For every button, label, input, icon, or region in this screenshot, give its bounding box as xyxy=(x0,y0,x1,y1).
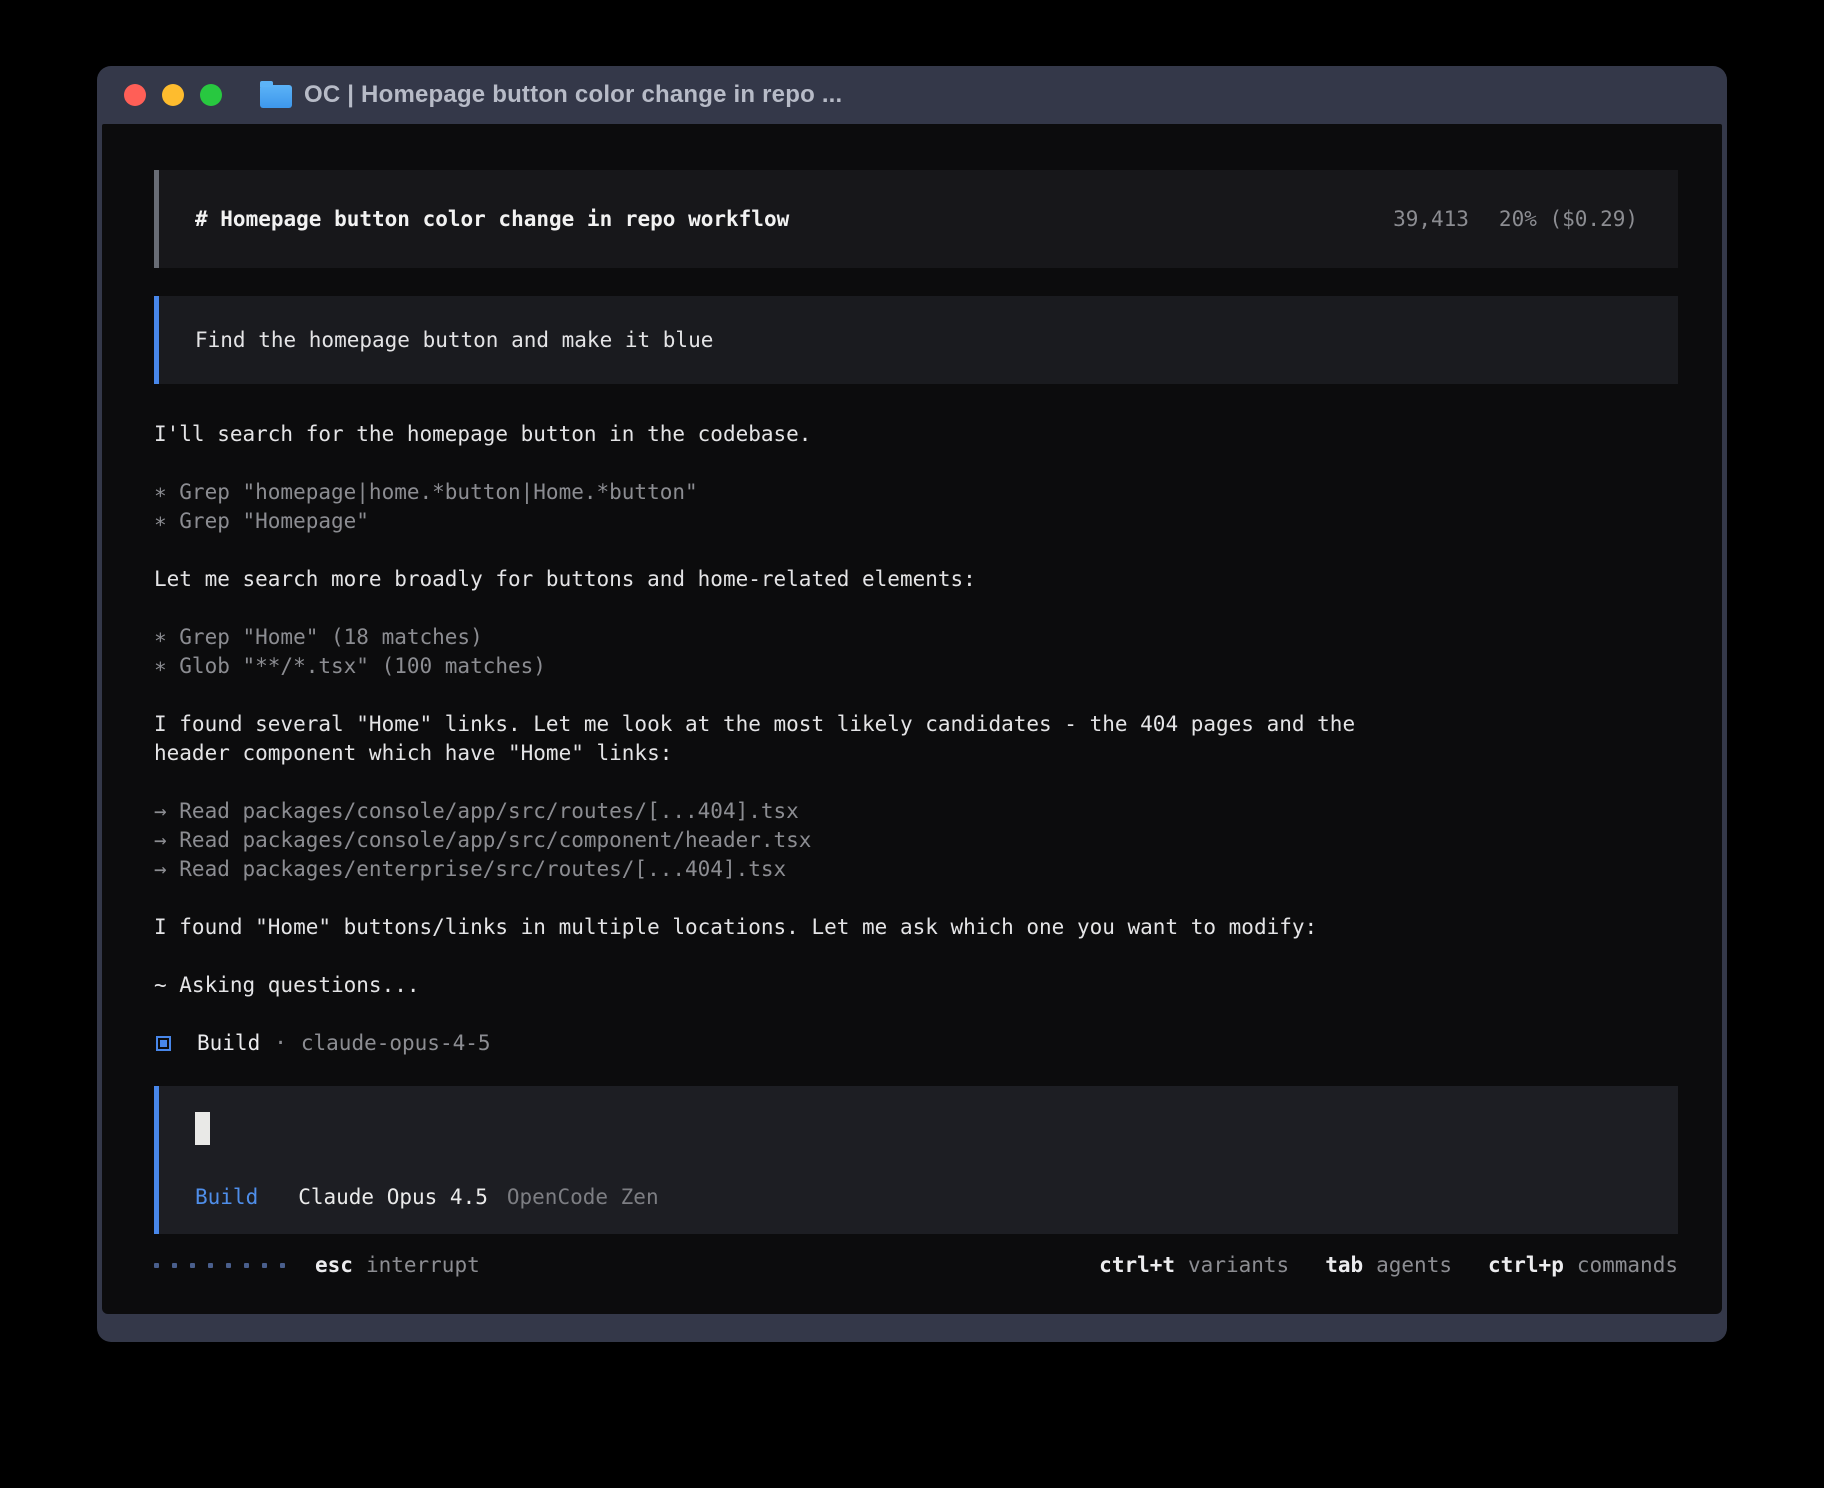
assistant-text: Let me search more broadly for buttons a… xyxy=(154,565,1368,594)
user-message: Find the homepage button and make it blu… xyxy=(154,296,1678,384)
spinner-dot xyxy=(172,1263,177,1268)
terminal-window: OC | Homepage button color change in rep… xyxy=(97,66,1727,1342)
tool-call-read: → Read packages/console/app/src/routes/[… xyxy=(154,797,1368,826)
spinner-dot xyxy=(262,1263,267,1268)
active-model-label: Claude Opus 4.5 xyxy=(298,1183,488,1212)
session-stats: 39,413 20% ($0.29) xyxy=(1393,205,1638,234)
token-count: 39,413 xyxy=(1393,205,1469,234)
ctrl-p-label: commands xyxy=(1577,1251,1678,1280)
spinner-dot xyxy=(154,1263,159,1268)
provider-label: OpenCode Zen xyxy=(507,1183,659,1212)
terminal-content: # Homepage button color change in repo w… xyxy=(102,124,1722,1314)
input-status-row: Build Claude Opus 4.5 OpenCode Zen xyxy=(195,1183,1678,1212)
status-bar-left: esc interrupt xyxy=(154,1251,480,1280)
hint-commands: ctrl+p commands xyxy=(1488,1251,1678,1280)
esc-key: esc xyxy=(315,1251,353,1280)
user-message-text: Find the homepage button and make it blu… xyxy=(195,326,713,355)
window-titlebar[interactable]: OC | Homepage button color change in rep… xyxy=(102,66,1722,124)
spinner-dots xyxy=(154,1263,285,1268)
tool-call-grep: ∗ Grep "homepage|home.*button|Home.*butt… xyxy=(154,478,1368,507)
text-cursor xyxy=(195,1112,210,1145)
prompt-input[interactable]: Build Claude Opus 4.5 OpenCode Zen xyxy=(154,1086,1678,1234)
spinner-dot xyxy=(280,1263,285,1268)
assistant-transcript: I'll search for the homepage button in t… xyxy=(154,420,1368,1000)
tool-call-grep: ∗ Grep "Home" (18 matches) xyxy=(154,623,1368,652)
assistant-status-text: ~ Asking questions... xyxy=(154,971,1368,1000)
status-bar: esc interrupt ctrl+t variants tab agents… xyxy=(154,1242,1678,1288)
tab-key: tab xyxy=(1325,1251,1363,1280)
spinner-dot xyxy=(244,1263,249,1268)
traffic-lights xyxy=(124,84,222,106)
tool-call-read: → Read packages/enterprise/src/routes/[.… xyxy=(154,855,1368,884)
minimize-button[interactable] xyxy=(162,84,184,106)
hint-interrupt: esc interrupt xyxy=(315,1251,480,1280)
assistant-text: I'll search for the homepage button in t… xyxy=(154,420,1368,449)
tab-label: agents xyxy=(1376,1251,1452,1280)
active-agent-label: Build xyxy=(195,1183,258,1212)
esc-key-label: interrupt xyxy=(366,1251,480,1280)
tool-call-glob: ∗ Glob "**/*.tsx" (100 matches) xyxy=(154,652,1368,681)
status-bar-right: ctrl+t variants tab agents ctrl+p comman… xyxy=(1099,1251,1678,1280)
spinner-dot xyxy=(226,1263,231,1268)
folder-icon xyxy=(260,85,292,108)
tool-call-read: → Read packages/console/app/src/componen… xyxy=(154,826,1368,855)
ctrl-t-key: ctrl+t xyxy=(1099,1251,1175,1280)
window-title: OC | Homepage button color change in rep… xyxy=(304,81,842,109)
hint-agents: tab agents xyxy=(1325,1251,1452,1280)
context-cost: 20% ($0.29) xyxy=(1499,205,1638,234)
assistant-text: I found several "Home" links. Let me loo… xyxy=(154,710,1368,768)
spinner-dot xyxy=(190,1263,195,1268)
session-title: # Homepage button color change in repo w… xyxy=(195,205,789,234)
ctrl-t-label: variants xyxy=(1188,1251,1289,1280)
close-button[interactable] xyxy=(124,84,146,106)
zoom-button[interactable] xyxy=(200,84,222,106)
spinner-dot xyxy=(208,1263,213,1268)
agent-build-icon xyxy=(156,1036,171,1051)
agent-name: Build xyxy=(197,1029,260,1058)
agent-status-line: Build · claude-opus-4-5 xyxy=(154,1029,1678,1058)
assistant-text: I found "Home" buttons/links in multiple… xyxy=(154,913,1368,942)
separator-dot: · xyxy=(274,1029,287,1058)
tool-call-grep: ∗ Grep "Homepage" xyxy=(154,507,1368,536)
model-id: claude-opus-4-5 xyxy=(301,1029,491,1058)
ctrl-p-key: ctrl+p xyxy=(1488,1251,1564,1280)
session-header: # Homepage button color change in repo w… xyxy=(154,170,1678,268)
hint-variants: ctrl+t variants xyxy=(1099,1251,1289,1280)
